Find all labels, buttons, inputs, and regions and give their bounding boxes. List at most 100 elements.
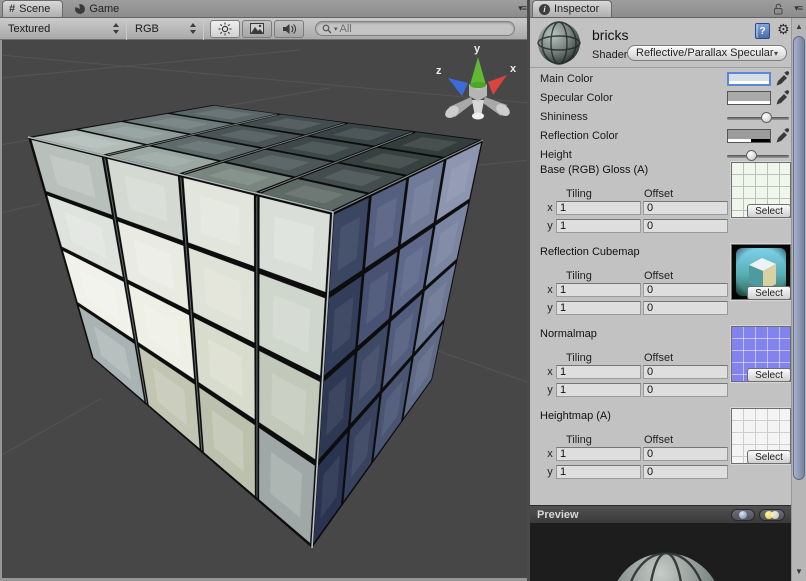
updown-arrows-icon <box>113 23 120 34</box>
base-texture-thumbnail[interactable]: Select <box>731 162 791 218</box>
tiling-y-input[interactable] <box>556 301 641 315</box>
x-axis-label: x <box>546 284 554 296</box>
offset-y-input[interactable] <box>643 465 728 479</box>
select-button[interactable]: Select <box>747 368 791 382</box>
specular-color-swatch[interactable] <box>727 91 771 105</box>
render-mode-dropdown[interactable]: Textured <box>0 18 126 40</box>
main-color-swatch[interactable] <box>727 72 771 86</box>
offset-x-input[interactable] <box>643 447 728 461</box>
tiling-y-input[interactable] <box>556 465 641 479</box>
search-value: All <box>340 23 352 35</box>
reflection-color-swatch[interactable] <box>727 129 771 143</box>
height-label: Height <box>540 149 572 163</box>
offset-x-input[interactable] <box>643 365 728 379</box>
audio-toggle-button[interactable] <box>274 20 304 38</box>
tiling-y-input[interactable] <box>556 383 641 397</box>
gizmo-negy-cone-base <box>472 113 484 120</box>
preview-lighting-button[interactable] <box>759 509 785 521</box>
scene-grid-icon: # <box>9 3 15 15</box>
select-button[interactable]: Select <box>747 286 791 300</box>
alpha-bar <box>729 81 769 84</box>
lighting-toggle-button[interactable] <box>210 20 240 38</box>
texture-section-title: Reflection Cubemap <box>540 246 640 258</box>
tiling-header: Tiling <box>566 434 592 446</box>
gizmo-y-cone-base <box>470 82 486 88</box>
texture-section-title: Base (RGB) Gloss (A) <box>540 164 648 176</box>
tab-scene[interactable]: # Scene <box>2 0 63 17</box>
offset-x-input[interactable] <box>643 283 728 297</box>
select-button[interactable]: Select <box>747 450 791 464</box>
offset-header: Offset <box>644 188 673 200</box>
offset-y-input[interactable] <box>643 301 728 315</box>
sphere-icon <box>739 511 747 519</box>
tiling-header: Tiling <box>566 270 592 282</box>
material-preview-area[interactable] <box>530 523 791 581</box>
height-slider-thumb[interactable] <box>746 150 757 161</box>
tab-inspector-label: Inspector <box>554 3 599 15</box>
offset-y-input[interactable] <box>643 383 728 397</box>
scene-viewport[interactable]: y x z <box>0 40 530 581</box>
scroll-down-icon[interactable]: ▼ <box>792 567 806 576</box>
speaker-icon <box>282 23 296 35</box>
gizmo-y-label: y <box>474 43 481 55</box>
preview-header[interactable]: Preview <box>530 505 791 523</box>
scene-cube[interactable] <box>28 105 483 548</box>
offset-y-input[interactable] <box>643 219 728 233</box>
gizmo-y-axis-cone[interactable] <box>470 57 486 85</box>
normalmap-texture-thumbnail[interactable]: Select <box>731 326 791 382</box>
channel-dropdown[interactable]: RGB <box>127 18 203 40</box>
gizmo-x-axis-cone[interactable] <box>488 75 507 95</box>
offset-header: Offset <box>644 352 673 364</box>
light-dot-icon <box>771 511 779 519</box>
tiling-header: Tiling <box>566 352 592 364</box>
search-icon <box>322 24 332 34</box>
preview-title: Preview <box>537 509 579 521</box>
lock-icon[interactable] <box>773 3 784 18</box>
scroll-up-icon[interactable]: ▲ <box>792 22 806 31</box>
shininess-slider-track[interactable] <box>727 117 789 120</box>
tiling-x-input[interactable] <box>556 447 641 461</box>
scene-panel-menu-icon[interactable]: ▾≡ <box>518 3 526 14</box>
search-filter-arrow-icon: ▾ <box>334 25 338 33</box>
gizmo-z-axis-cone[interactable] <box>448 78 468 96</box>
tiling-x-input[interactable] <box>556 201 641 215</box>
gizmo-x-label: x <box>510 63 517 75</box>
offset-x-input[interactable] <box>643 201 728 215</box>
texture-section-title: Heightmap (A) <box>540 410 611 422</box>
tab-scene-label: Scene <box>19 3 50 15</box>
reflection-color-eyedropper-icon[interactable] <box>776 128 789 143</box>
tab-game[interactable]: Game <box>69 0 131 17</box>
sun-icon <box>218 22 232 36</box>
render-mode-value: Textured <box>8 23 105 35</box>
preview-shape-button[interactable] <box>731 509 755 521</box>
height-slider-track[interactable] <box>727 155 789 158</box>
tiling-y-input[interactable] <box>556 219 641 233</box>
scene-orientation-gizmo[interactable]: y x z <box>436 43 517 120</box>
x-axis-label: x <box>546 448 554 460</box>
shader-dropdown[interactable]: Reflective/Parallax Specular ▾ <box>627 45 787 61</box>
scene-search-field[interactable]: ▾ All <box>315 21 515 36</box>
cubemap-texture-thumbnail[interactable]: Select <box>731 244 791 300</box>
help-icon[interactable]: ? <box>755 23 770 39</box>
info-icon: i <box>539 4 550 15</box>
tiling-x-input[interactable] <box>556 283 641 297</box>
tiling-header: Tiling <box>566 188 592 200</box>
select-button[interactable]: Select <box>747 204 791 218</box>
material-name: bricks <box>592 27 629 43</box>
shininess-slider-thumb[interactable] <box>761 112 772 123</box>
tiling-x-input[interactable] <box>556 365 641 379</box>
image-effects-toggle-button[interactable] <box>242 20 272 38</box>
reflection-color-label: Reflection Color <box>540 130 618 144</box>
scrollbar-thumb[interactable] <box>793 36 805 480</box>
heightmap-texture-thumbnail[interactable]: Select <box>731 408 791 464</box>
gear-icon[interactable]: ⚙ <box>777 21 790 38</box>
tab-inspector[interactable]: i Inspector <box>532 0 612 17</box>
texture-section-heightmap: Heightmap (A) Tiling Offset x y Select <box>530 410 806 490</box>
inspector-scrollbar[interactable]: ▲ ▼ <box>791 18 806 581</box>
material-header: bricks Shader Reflective/Parallax Specul… <box>530 18 806 68</box>
main-color-eyedropper-icon[interactable] <box>776 71 789 86</box>
alpha-bar <box>728 139 770 142</box>
specular-color-eyedropper-icon[interactable] <box>776 90 789 105</box>
scene-3d-view: y x z <box>2 40 528 578</box>
inspector-panel-menu-icon[interactable]: ▾≡ <box>794 3 802 14</box>
